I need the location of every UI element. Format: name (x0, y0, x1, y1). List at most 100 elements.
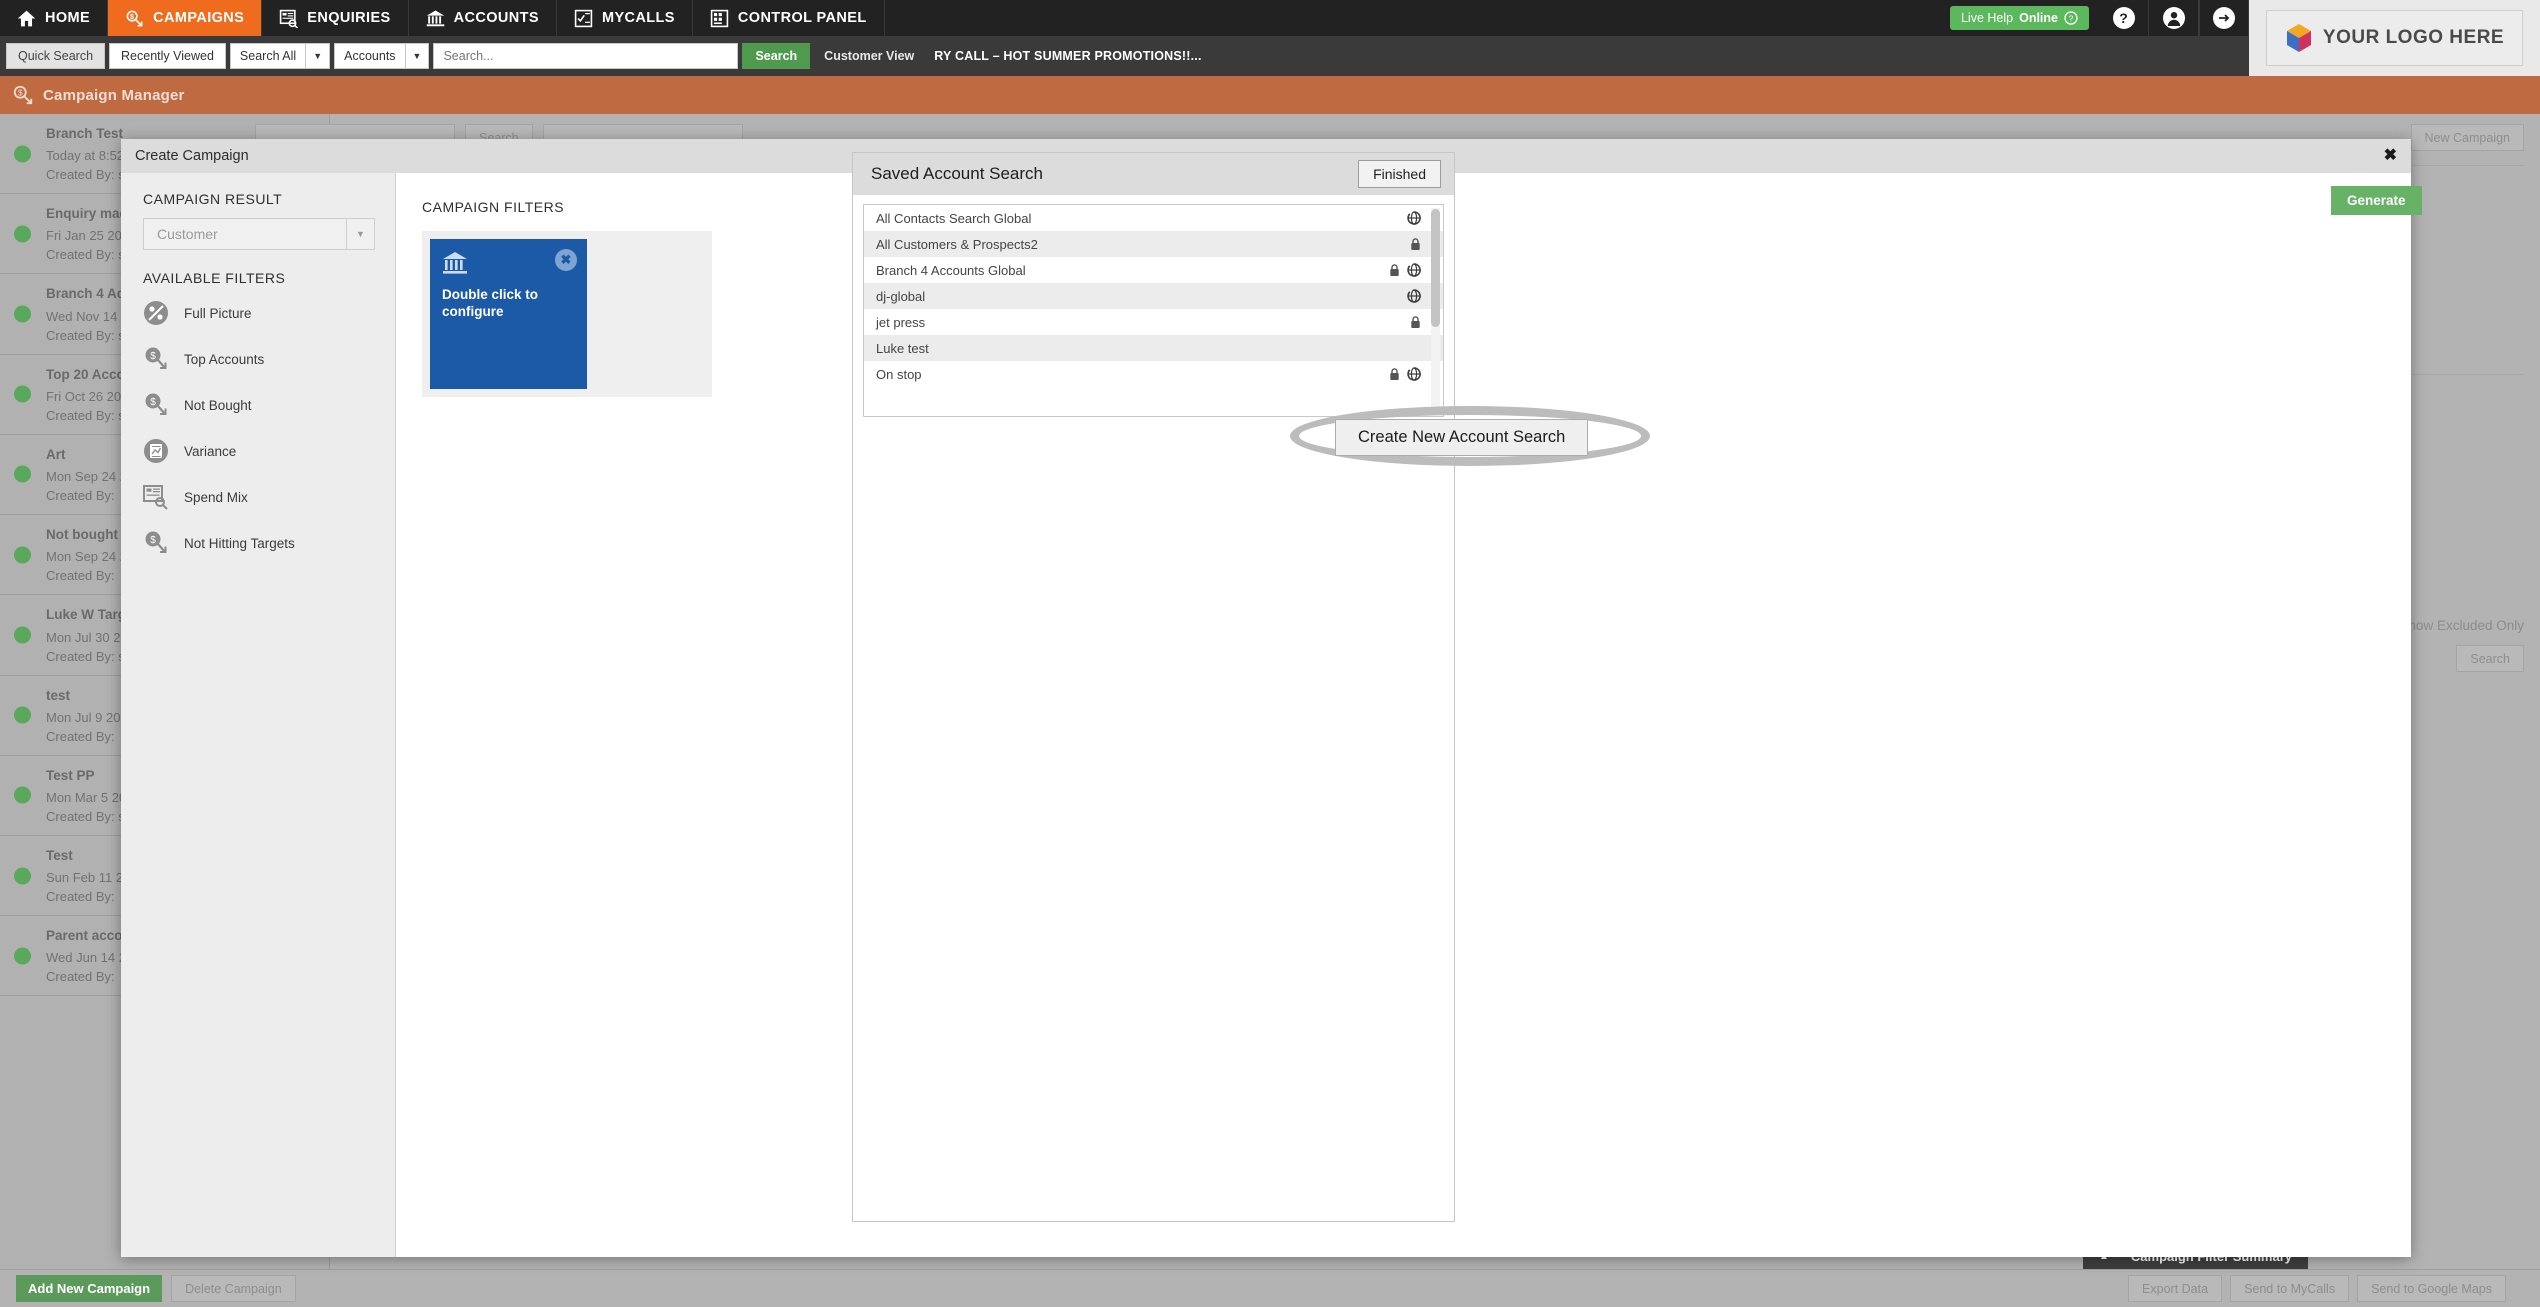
chevron-down-icon: ▼ (305, 44, 329, 68)
campaign-filters-dropzone[interactable]: ✖ Double click to configure (422, 231, 712, 397)
saved-account-search-panel: Saved Account Search Finished All Contac… (852, 152, 1455, 1222)
saved-search-row[interactable]: Branch 4 Accounts Global (864, 257, 1443, 283)
available-filter-label: Not Bought (184, 397, 252, 413)
saved-search-row-icons (1407, 211, 1421, 225)
create-new-account-search-button[interactable]: Create New Account Search (1335, 419, 1589, 456)
svg-text:$: $ (150, 351, 156, 362)
status-dot-icon (14, 626, 31, 644)
send-to-mycalls-button[interactable]: Send to MyCalls (2230, 1275, 2350, 1302)
search-scope-dropdown[interactable]: Search All ▼ (229, 43, 331, 69)
background-excluded-search-button[interactable]: Search (2456, 645, 2524, 672)
saved-search-row-icons (1389, 367, 1421, 381)
available-filter-item[interactable]: $ Top Accounts (143, 346, 375, 372)
modal-left-pane: CAMPAIGN RESULT Customer ▼ AVAILABLE FIL… (121, 173, 396, 1257)
saved-search-row[interactable]: jet press (864, 309, 1443, 335)
close-icon[interactable]: ✖ (2384, 148, 2397, 164)
available-filter-item[interactable]: $ Not Bought (143, 392, 375, 418)
nav-item-label: ENQUIRIES (307, 10, 391, 26)
campaigns-icon: $ (125, 9, 144, 28)
quick-search-tab[interactable]: Quick Search (6, 43, 106, 69)
accounts-icon (426, 9, 445, 28)
available-filter-label: Full Picture (184, 305, 252, 321)
status-dot-icon (14, 385, 31, 403)
home-icon (17, 9, 36, 28)
live-help-button[interactable]: Live Help Online ? (1949, 6, 2089, 30)
available-filter-item[interactable]: Spend Mix (143, 484, 375, 510)
saved-search-name: dj-global (876, 288, 926, 304)
modal-title: Create Campaign (135, 148, 249, 164)
campaign-filter-tile[interactable]: ✖ Double click to configure (430, 239, 587, 389)
status-dot-icon (14, 465, 31, 483)
help-button[interactable]: ? (2099, 0, 2149, 36)
svg-text:$: $ (150, 535, 156, 546)
nav-item-mycalls[interactable]: MYCALLS (557, 0, 693, 36)
available-filters-heading: AVAILABLE FILTERS (143, 270, 286, 286)
status-dot-icon (14, 706, 31, 724)
status-dot-icon (14, 305, 31, 323)
customer-view-label[interactable]: Customer View (824, 49, 914, 63)
send-to-google-maps-button[interactable]: Send to Google Maps (2357, 1275, 2506, 1302)
saved-search-row[interactable]: All Customers & Prospects2 (864, 231, 1443, 257)
search-button[interactable]: Search (742, 43, 811, 69)
available-filter-item[interactable]: $ Not Hitting Targets (143, 530, 375, 556)
saved-search-list[interactable]: All Contacts Search Global All Customers… (863, 204, 1444, 417)
delete-campaign-button[interactable]: Delete Campaign (171, 1275, 296, 1302)
saved-search-row[interactable]: dj-global (864, 283, 1443, 309)
logo-text: YOUR LOGO HERE (2322, 27, 2505, 48)
saved-search-row-icons (1410, 315, 1421, 329)
available-filter-item[interactable]: Variance (143, 438, 375, 464)
status-dot-icon (14, 947, 31, 965)
page-header: $ Campaign Manager (0, 76, 2540, 114)
campaign-filter-tile-label: Double click to configure (442, 287, 539, 319)
saved-search-name: Branch 4 Accounts Global (876, 262, 1026, 278)
status-dot-icon (14, 786, 31, 804)
nav-item-home[interactable]: HOME (0, 0, 109, 36)
saved-search-name: jet press (876, 314, 926, 330)
available-filters-list: Full Picture $ Top Accounts $ Not Bought… (143, 300, 375, 556)
export-data-button[interactable]: Export Data (2128, 1275, 2223, 1302)
mycalls-icon (574, 9, 593, 28)
saved-search-row[interactable]: On stop (864, 361, 1443, 387)
nav-item-accounts[interactable]: ACCOUNTS (409, 0, 557, 36)
campaign-result-select[interactable]: Customer ▼ (143, 218, 375, 250)
available-filter-label: Variance (184, 443, 237, 459)
top-navigation: HOME $ CAMPAIGNS ENQUIRIES ACCOUNTS MYCA… (0, 0, 2249, 36)
saved-search-row[interactable]: Luke test (864, 335, 1443, 361)
chevron-down-icon: ▼ (404, 44, 429, 68)
generate-button[interactable]: Generate (2331, 186, 2422, 215)
nav-item-campaigns[interactable]: $ CAMPAIGNS (108, 0, 263, 36)
search-input[interactable] (433, 43, 739, 69)
campaign-result-heading: CAMPAIGN RESULT (143, 191, 283, 207)
help-circle-icon: ? (2064, 11, 2078, 25)
available-filter-item[interactable]: Full Picture (143, 300, 375, 326)
lock-icon (1389, 263, 1400, 277)
nav-item-enquiries[interactable]: ENQUIRIES (262, 0, 409, 36)
saved-account-search-header: Saved Account Search Finished (853, 153, 1454, 195)
finished-button[interactable]: Finished (1358, 160, 1441, 188)
saved-search-row[interactable]: All Contacts Search Global (864, 205, 1443, 231)
globe-icon (1407, 289, 1421, 303)
logout-button[interactable] (2199, 0, 2249, 36)
nav-item-label: CONTROL PANEL (737, 10, 867, 26)
top-accounts-icon: $ (143, 346, 169, 372)
nav-item-label: HOME (45, 10, 91, 26)
lock-icon (1389, 367, 1400, 381)
live-help-prefix: Live Help (1960, 11, 2014, 25)
question-mark-icon: ? (2112, 7, 2135, 29)
saved-search-row-icons (1389, 263, 1421, 277)
nav-item-label: ACCOUNTS (453, 10, 539, 26)
campaign-result-value: Customer (157, 226, 218, 242)
svg-text:$: $ (130, 12, 134, 20)
status-dot-icon (14, 546, 31, 564)
nav-item-control-panel[interactable]: CONTROL PANEL (693, 0, 885, 36)
search-entity-dropdown[interactable]: Accounts ▼ (334, 43, 430, 69)
background-new-campaign-button[interactable]: New Campaign (2410, 124, 2524, 151)
svg-text:?: ? (2069, 14, 2074, 23)
add-new-campaign-button[interactable]: Add New Campaign (16, 1275, 163, 1302)
recently-viewed-tab[interactable]: Recently Viewed (109, 43, 226, 69)
search-scope-value: Search All (239, 49, 297, 63)
remove-filter-icon[interactable]: ✖ (555, 249, 577, 271)
user-account-button[interactable] (2149, 0, 2199, 36)
saved-account-search-title: Saved Account Search (871, 164, 1044, 183)
scrollbar-thumb[interactable] (1431, 209, 1440, 327)
